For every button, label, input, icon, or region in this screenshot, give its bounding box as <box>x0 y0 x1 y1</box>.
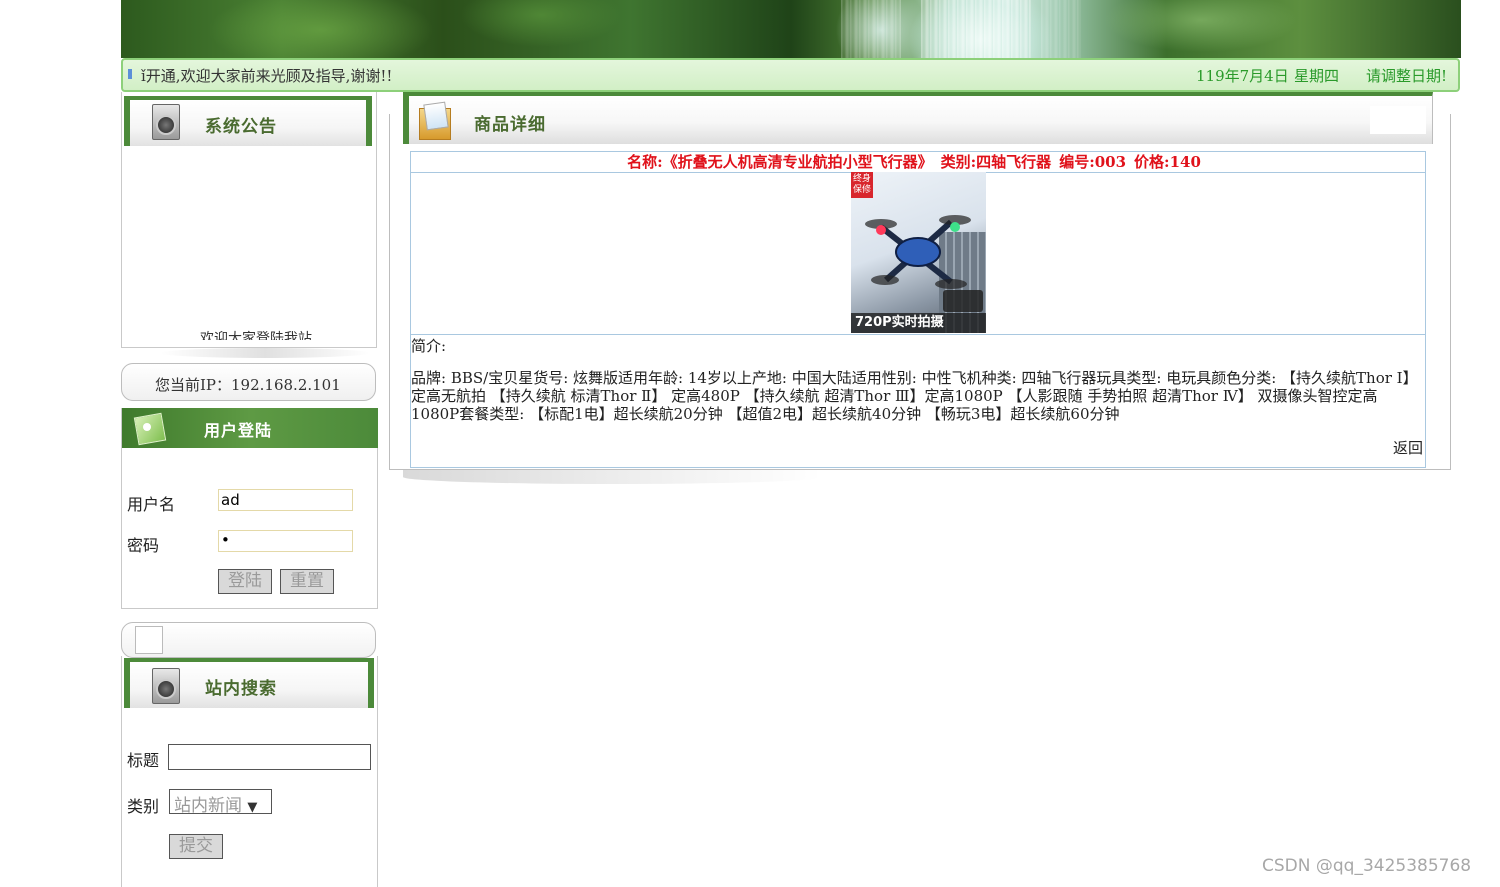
notice-title: 系统公告 <box>205 117 277 137</box>
username-input[interactable] <box>218 489 353 511</box>
washer-icon <box>148 102 182 140</box>
intro-label: 简介: <box>411 337 447 355</box>
product-category: 类别:四轴飞行器 <box>940 153 1052 171</box>
search-submit-button[interactable]: 提交 <box>169 834 223 859</box>
product-detail-table: 名称:《折叠无人机高清专业航拍小型飞行器》 类别:四轴飞行器 编号:003 价格:14… <box>410 151 1426 468</box>
warranty-badge: 终身保修 <box>851 172 873 198</box>
leaf-card-icon <box>133 411 168 446</box>
ip-label: 您当前IP：192.168.2.101 <box>155 376 341 394</box>
product-image: 终身保修 720P实时拍摄 <box>851 172 986 333</box>
adjust-date-link[interactable]: 请调整日期! <box>1366 65 1447 86</box>
chevron-down-icon: ▼ <box>247 800 258 815</box>
marquee-bar: ǐ开通,欢迎大家前来光顾及指导,谢谢!! 119年7月4日 星期四 请调整日期! <box>121 58 1460 92</box>
notice-title-bar: 系统公告 <box>124 96 372 146</box>
search-title-bar: 站内搜索 <box>124 658 374 708</box>
search-panel: 站内搜索 标题 类别 站内新闻 ▼ 提交 <box>121 656 378 887</box>
panel-shadow <box>160 348 370 358</box>
product-number: 编号:003 <box>1059 153 1127 171</box>
marquee-text: ǐ开通,欢迎大家前来光顾及指导,谢谢!! <box>141 67 393 85</box>
reset-button[interactable]: 重置 <box>280 569 334 594</box>
watermark: CSDN @qq_3425385768 <box>1262 856 1472 876</box>
search-category-label: 类别 <box>127 797 160 816</box>
username-label: 用户名 <box>127 495 176 514</box>
product-description: 品牌: BBS/宝贝星货号: 炫舞版适用年龄: 14岁以上产地: 中国大陆适用性… <box>411 369 1418 423</box>
search-title-input[interactable] <box>168 744 371 770</box>
product-price: 价格:140 <box>1134 153 1201 171</box>
folder-photo-icon <box>417 101 451 140</box>
ip-box: 您当前IP：192.168.2.101 <box>121 363 376 401</box>
back-link[interactable]: 返回 <box>1393 437 1423 458</box>
search-category-value: 站内新闻 <box>174 796 242 816</box>
login-title: 用户登陆 <box>204 421 273 440</box>
misc-box <box>121 622 376 658</box>
product-header-row: 名称:《折叠无人机高清专业航拍小型飞行器》 类别:四轴飞行器 编号:003 价格:14… <box>411 152 1425 173</box>
search-title: 站内搜索 <box>205 679 277 699</box>
blank-image-icon <box>135 626 163 654</box>
password-label: 密码 <box>127 536 160 555</box>
password-input[interactable]: • <box>218 530 353 552</box>
current-weekday: 星期四 <box>1294 67 1340 85</box>
main-title-bar: 商品详细 <box>403 92 1433 144</box>
product-image-row: 终身保修 720P实时拍摄 <box>411 172 1425 335</box>
login-title-bar: 用户登陆 <box>122 408 378 448</box>
notice-panel: 系统公告 欢迎大家登陆我站. <box>121 92 377 348</box>
image-caption: 720P实时拍摄 <box>851 313 986 333</box>
main-title: 商品详细 <box>474 115 546 135</box>
current-date: 119年7月4日 <box>1196 67 1289 85</box>
washer-icon <box>148 666 182 704</box>
login-button[interactable]: 登陆 <box>218 569 272 594</box>
search-title-label: 标题 <box>127 751 160 770</box>
login-panel: 用户登陆 用户名 密码 • 登陆 重置 <box>121 408 378 609</box>
panel-shadow <box>403 470 823 484</box>
product-description-area: 简介: 品牌: BBS/宝贝星货号: 炫舞版适用年龄: 14岁以上产地: 中国大… <box>411 335 1425 468</box>
notice-welcome-text: 欢迎大家登陆我站. <box>200 331 317 340</box>
bullet-icon <box>128 69 132 79</box>
header-banner <box>121 0 1461 58</box>
product-name: 名称:《折叠无人机高清专业航拍小型飞行器》 <box>627 153 933 171</box>
search-category-select[interactable]: 站内新闻 ▼ <box>169 789 272 816</box>
